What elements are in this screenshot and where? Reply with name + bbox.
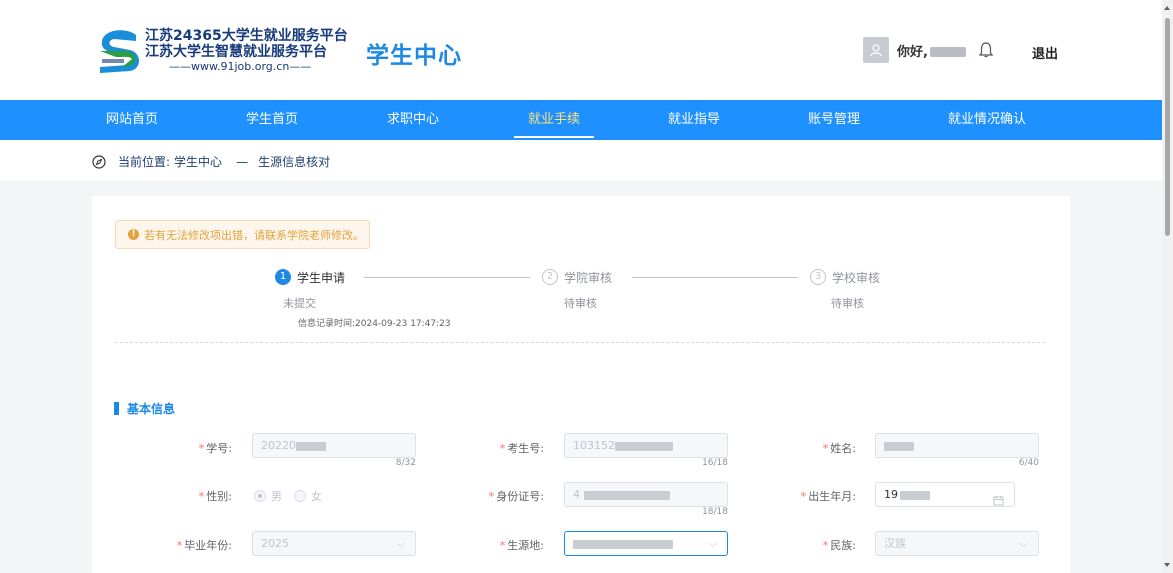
redacted: [884, 441, 914, 451]
step-connector: [632, 277, 798, 278]
id-card-label: * 身份证号:: [488, 490, 544, 503]
step-title: 学校审核: [832, 270, 881, 285]
nav-item-employment-confirm[interactable]: 就业情况确认: [935, 100, 1039, 140]
step-1: 1 学生申请: [275, 268, 345, 286]
greeting-text: 你好,: [897, 44, 928, 60]
id-card-value: 4: [573, 488, 580, 501]
divider: [115, 342, 1045, 343]
user-area: 你好,: [863, 37, 994, 63]
chevron-down-icon: ⌵: [708, 537, 717, 550]
redacted-username: [929, 47, 966, 57]
student-id-input[interactable]: 20220: [252, 433, 416, 458]
step-connector: [364, 277, 530, 278]
exam-id-input[interactable]: 103152: [564, 433, 728, 458]
origin-label: * 生源地:: [499, 539, 544, 552]
exam-id-value: 103152: [573, 439, 615, 452]
section-marker: [114, 402, 119, 415]
ethnicity-label: * 民族:: [822, 539, 856, 552]
page-scrollbar[interactable]: [1162, 0, 1173, 573]
redacted: [573, 539, 673, 549]
logo-icon: [100, 30, 139, 73]
redacted: [615, 441, 673, 451]
avatar[interactable]: [863, 37, 889, 63]
nav-item-home[interactable]: 网站首页: [92, 100, 172, 140]
breadcrumb-level1[interactable]: 学生中心: [174, 153, 222, 170]
notice-text: 若有无法修改项出错，请联系学院老师修改。: [144, 228, 364, 242]
step-3: 3 学校审核: [810, 268, 880, 286]
id-card-count: 18/18: [702, 507, 728, 517]
logo-line2: 江苏大学生智慧就业服务平台: [145, 44, 327, 60]
chevron-down-icon: ⌵: [396, 537, 405, 550]
gender-male-radio[interactable]: 男: [254, 488, 282, 504]
compass-icon: [92, 154, 106, 169]
warning-notice: ! 若有无法修改项出错，请联系学院老师修改。: [115, 220, 370, 249]
section-title: 基本信息: [114, 400, 175, 417]
breadcrumb-level2: 生源信息核对: [258, 155, 331, 169]
scroll-up-icon[interactable]: [1164, 6, 1170, 10]
step-number: 3: [810, 269, 826, 285]
nav-item-employment-procedures[interactable]: 就业手续: [514, 100, 594, 140]
step-1-status: 未提交: [283, 297, 316, 310]
breadcrumb: 当前位置: 学生中心 — 生源信息核对: [92, 153, 334, 170]
name-input[interactable]: [875, 433, 1039, 458]
ethnicity-select[interactable]: 汉族 ⌵: [875, 531, 1039, 556]
redacted: [584, 490, 670, 500]
logout-button[interactable]: 退出: [1032, 43, 1058, 62]
nav-item-career-guidance[interactable]: 就业指导: [654, 100, 734, 140]
logo-url: ——www.91job.org.cn——: [169, 60, 312, 73]
header: 江苏24365大学生就业服务平台 江苏大学生智慧就业服务平台 ——www.91j…: [0, 0, 1162, 100]
student-id-label: * 学号:: [198, 442, 232, 455]
logo-line1: 江苏24365大学生就业服务平台: [145, 28, 348, 44]
origin-select[interactable]: ⌵: [564, 531, 728, 556]
calendar-icon: [993, 496, 1004, 506]
user-icon: [870, 44, 882, 57]
site-name: 学生中心: [366, 43, 462, 69]
step-title: 学生申请: [297, 270, 346, 285]
gender-female-radio[interactable]: 女: [294, 488, 322, 504]
section-title-text: 基本信息: [127, 402, 176, 416]
breadcrumb-separator: —: [236, 154, 249, 169]
step-title: 学院审核: [564, 270, 613, 285]
main-nav: 网站首页 学生首页 求职中心 就业手续 就业指导 账号管理 就业情况确认: [0, 100, 1162, 140]
name-count: 6/40: [1018, 458, 1039, 468]
gender-label: * 性别:: [198, 490, 232, 503]
scroll-down-icon[interactable]: [1164, 563, 1170, 567]
grad-year-select[interactable]: 2025 ⌵: [252, 531, 416, 556]
user-greeting: 你好,: [897, 41, 966, 60]
step-number: 1: [275, 269, 291, 285]
exam-id-count: 16/18: [702, 458, 728, 468]
step-2-status: 待审核: [564, 297, 597, 310]
warning-icon: !: [128, 229, 139, 240]
step-1-time: 信息记录时间:2024-09-23 17:47:23: [298, 319, 451, 329]
nav-item-student-home[interactable]: 学生首页: [232, 100, 312, 140]
step-2: 2 学院审核: [542, 268, 612, 286]
name-label: * 姓名:: [822, 442, 856, 455]
nav-item-account[interactable]: 账号管理: [794, 100, 874, 140]
student-id-count: 8/32: [395, 458, 416, 468]
birth-label: * 出生年月:: [800, 490, 856, 503]
breadcrumb-prefix: 当前位置:: [118, 155, 171, 169]
step-3-status: 待审核: [831, 297, 864, 310]
chevron-down-icon: ⌵: [1019, 537, 1028, 550]
student-id-value: 20220: [261, 439, 296, 452]
ethnicity-value: 汉族: [884, 537, 906, 550]
step-number: 2: [542, 269, 558, 285]
main-card: ! 若有无法修改项出错，请联系学院老师修改。 1 学生申请 2 学院审核 3 学…: [92, 196, 1070, 573]
breadcrumb-bar: 当前位置: 学生中心 — 生源信息核对: [0, 140, 1162, 181]
redacted: [296, 441, 326, 451]
nav-item-job-center[interactable]: 求职中心: [373, 100, 453, 140]
logo-text: 江苏24365大学生就业服务平台 江苏大学生智慧就业服务平台 ——www.91j…: [145, 28, 348, 74]
bell-icon[interactable]: [978, 41, 994, 59]
scroll-thumb[interactable]: [1165, 18, 1170, 236]
grad-year-value: 2025: [261, 537, 289, 550]
birth-date-picker[interactable]: 19: [875, 482, 1015, 507]
redacted: [900, 490, 930, 500]
birth-value: 19: [884, 488, 898, 501]
exam-id-label: * 考生号:: [499, 442, 544, 455]
grad-year-label: * 毕业年份:: [176, 539, 232, 552]
id-card-input[interactable]: 4: [564, 482, 728, 507]
